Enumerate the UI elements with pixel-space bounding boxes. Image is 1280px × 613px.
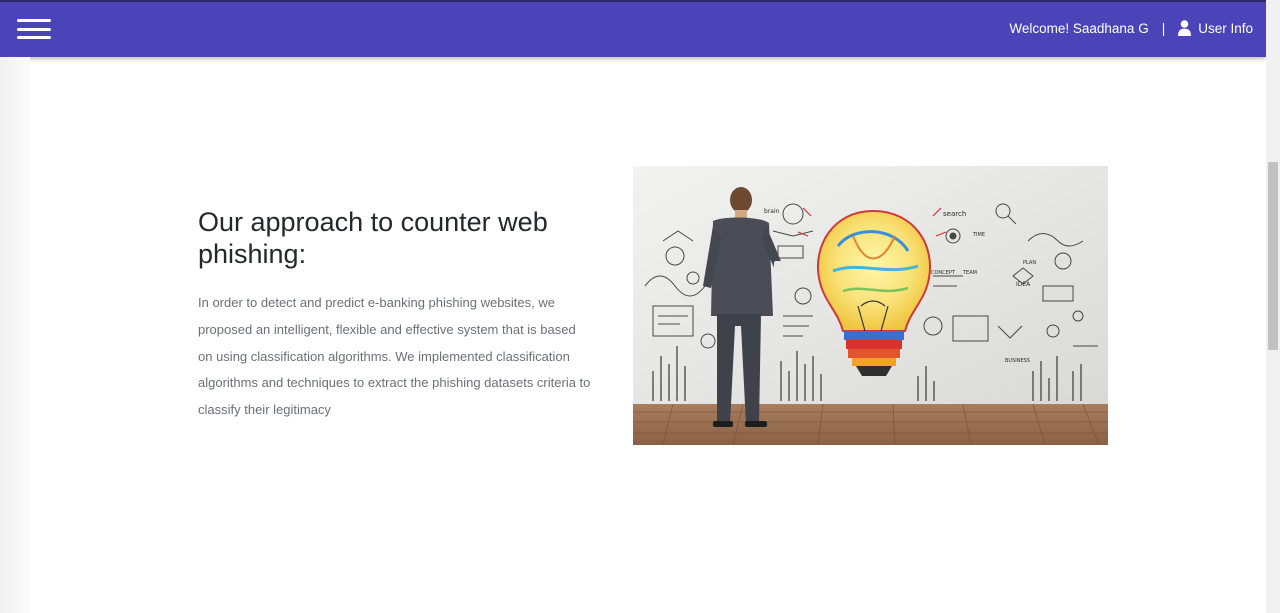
section-description: In order to detect and predict e-banking… xyxy=(198,295,591,418)
navbar-separator: | xyxy=(1161,20,1166,36)
doodle-word-plan: PLAN xyxy=(1023,260,1036,266)
hero-image: brain search TIME CONCEPT TEAM IDEA PLAN… xyxy=(633,166,1108,445)
doodle-word-concept: CONCEPT xyxy=(931,270,956,276)
hamburger-icon[interactable] xyxy=(17,16,51,42)
user-info-label: User Info xyxy=(1198,20,1253,36)
scrollbar-thumb[interactable] xyxy=(1268,162,1278,350)
doodle-word-brain: brain xyxy=(764,208,780,215)
businessman-lightbulb-illustration: brain search TIME CONCEPT TEAM IDEA PLAN… xyxy=(633,166,1108,445)
user-icon xyxy=(1178,20,1192,36)
doodle-word-search: search xyxy=(943,210,966,218)
user-info-link[interactable]: User Info xyxy=(1178,20,1253,36)
doodle-word-time: TIME xyxy=(972,232,985,238)
page: Welcome! Saadhana G | User Info Our appr… xyxy=(0,0,1280,613)
section-title: Our approach to counter web phishing: xyxy=(198,207,548,269)
navbar-user-area: Welcome! Saadhana G | User Info xyxy=(1009,20,1253,36)
doodle-word-business: BUSINESS xyxy=(1005,358,1030,364)
top-navbar: Welcome! Saadhana G | User Info xyxy=(0,2,1266,57)
doodle-word-team: TEAM xyxy=(962,270,977,276)
left-gutter xyxy=(0,57,30,613)
welcome-text: Welcome! Saadhana G xyxy=(1009,20,1149,36)
doodle-word-idea: IDEA xyxy=(1016,281,1031,288)
page-scrollbar[interactable] xyxy=(1266,0,1280,613)
